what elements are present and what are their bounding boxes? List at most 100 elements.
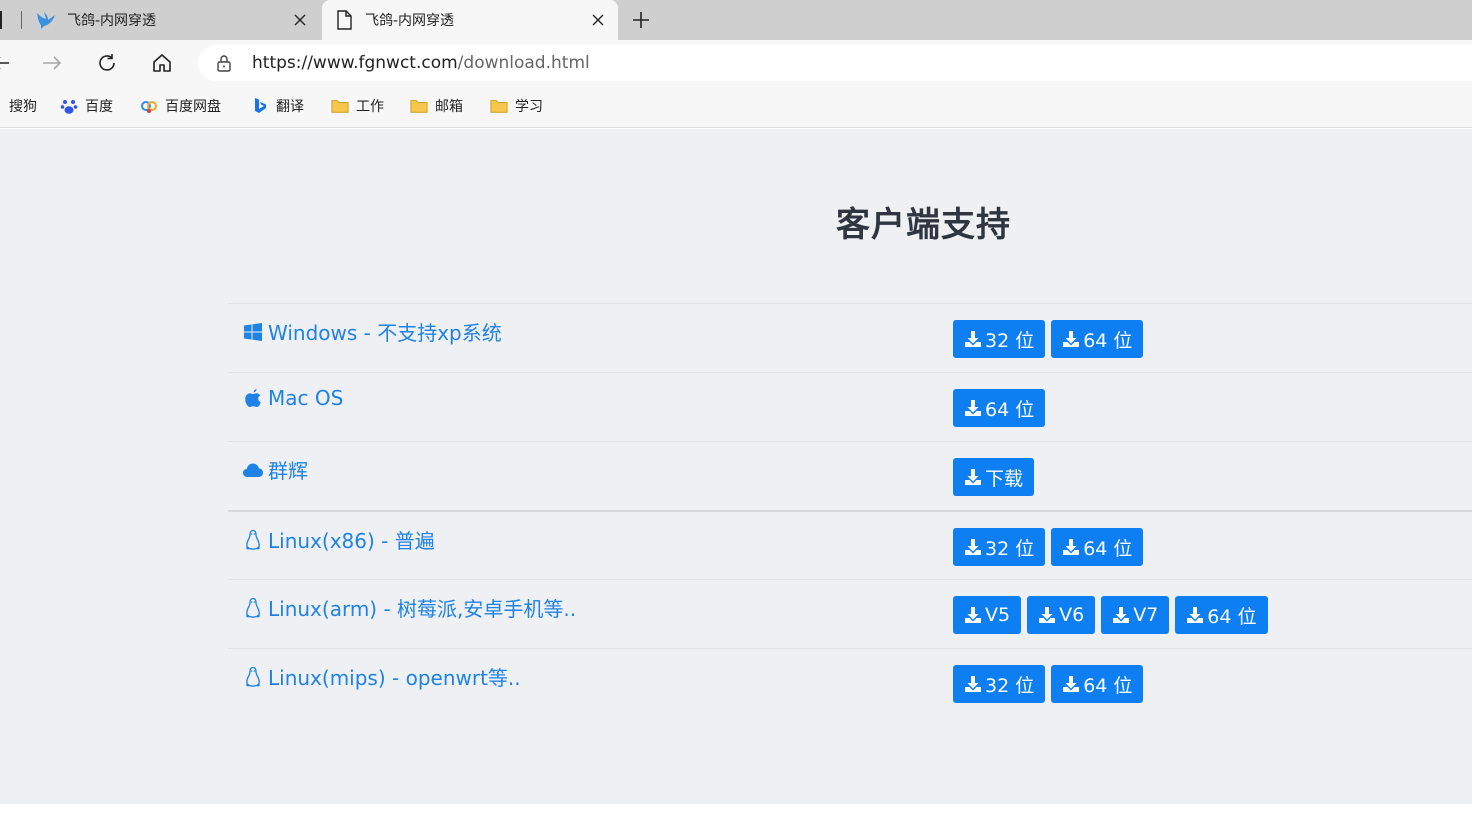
plus-icon <box>633 12 649 28</box>
download-button[interactable]: 32 位 <box>953 528 1046 566</box>
table-row: Mac OS 64 位 <box>228 372 1472 441</box>
download-button-label: 下载 <box>985 467 1024 490</box>
download-button-label: 64 位 <box>985 398 1035 421</box>
arrow-left-icon <box>0 57 9 69</box>
download-icon <box>964 606 982 624</box>
download-icon <box>1112 606 1130 624</box>
bookmark-folder-study[interactable]: 学习 <box>490 95 543 117</box>
tab-partial-edge <box>0 11 2 29</box>
bookmark-baidu[interactable]: 百度 <box>60 95 113 117</box>
download-buttons: 32 位 64 位 <box>953 665 1144 703</box>
download-button-label: 32 位 <box>985 329 1035 352</box>
page-content: 客户端支持 Windows - 不支持xp系统 32 位 64 位 Mac OS… <box>0 129 1472 804</box>
bookmark-folder-work[interactable]: 工作 <box>331 95 384 117</box>
download-button[interactable]: 32 位 <box>953 665 1046 703</box>
tab-title: 飞鸽-内网穿透 <box>365 13 455 29</box>
close-icon[interactable] <box>586 8 610 32</box>
download-buttons: 32 位 64 位 <box>953 528 1144 566</box>
tab-title: 飞鸽-内网穿透 <box>67 13 157 29</box>
os-link-windows[interactable]: Windows - 不支持xp系统 <box>242 317 502 346</box>
os-label-text: Linux(x86) - 普遍 <box>268 529 435 553</box>
download-table: Windows - 不支持xp系统 32 位 64 位 Mac OS 64 位 … <box>228 303 1472 717</box>
os-link-linux-arm[interactable]: Linux(arm) - 树莓派,安卓手机等.. <box>242 593 576 622</box>
bookmark-folder-mail[interactable]: 邮箱 <box>410 95 463 117</box>
download-button-label: 64 位 <box>1083 674 1133 697</box>
download-button[interactable]: V6 <box>1027 596 1096 634</box>
close-icon[interactable] <box>288 8 312 32</box>
os-link-synology[interactable]: 群辉 <box>242 455 308 484</box>
table-row: Linux(mips) - openwrt等.. 32 位 64 位 <box>228 648 1472 717</box>
download-icon <box>964 399 982 417</box>
os-label-text: Mac OS <box>268 386 344 410</box>
os-link-mac[interactable]: Mac OS <box>242 386 343 410</box>
download-icon <box>964 330 982 348</box>
arrow-right-icon <box>43 56 62 70</box>
cloud-icon <box>242 459 264 481</box>
home-button[interactable] <box>147 48 177 78</box>
new-tab-button[interactable] <box>628 8 654 32</box>
download-button[interactable]: 下载 <box>953 458 1035 496</box>
linux-icon <box>242 666 264 688</box>
table-row: Linux(x86) - 普遍 32 位 64 位 <box>228 510 1472 579</box>
lock-icon[interactable] <box>214 53 234 73</box>
folder-icon <box>490 97 508 115</box>
download-button[interactable]: 64 位 <box>953 389 1046 427</box>
tab-active[interactable]: 飞鸽-内网穿透 <box>322 0 618 40</box>
download-button[interactable]: 32 位 <box>953 320 1046 358</box>
os-label-text: Linux(mips) - openwrt等.. <box>268 666 521 690</box>
url-host: https://www.fgnwct.com <box>252 53 458 73</box>
download-button-label: 64 位 <box>1083 329 1133 352</box>
forward-button[interactable] <box>37 48 67 78</box>
tab-separator <box>21 11 22 29</box>
bookmark-baidu-netdisk[interactable]: 百度网盘 <box>140 95 221 117</box>
bookmark-sogou[interactable]: 搜狗 <box>9 95 37 117</box>
download-button[interactable]: 64 位 <box>1051 320 1144 358</box>
back-button[interactable] <box>0 48 16 78</box>
download-button[interactable]: V7 <box>1101 596 1170 634</box>
download-icon <box>964 675 982 693</box>
download-buttons: 下载 <box>953 458 1035 496</box>
bookmark-label: 百度网盘 <box>165 99 221 115</box>
download-buttons: V5 V6 V7 64 位 <box>953 596 1268 634</box>
home-icon <box>153 54 171 72</box>
bookmarks-bar: 搜狗 百度 百度网盘 翻译 工作 邮箱 学习 <box>0 86 1472 128</box>
os-link-linux-x86[interactable]: Linux(x86) - 普遍 <box>242 525 435 554</box>
download-button[interactable]: 64 位 <box>1051 665 1144 703</box>
page-bottom <box>0 804 1472 827</box>
download-button-label: V5 <box>985 604 1011 626</box>
url-text: https://www.fgnwct.com/download.html <box>252 53 590 73</box>
bookmark-label: 搜狗 <box>9 99 37 115</box>
bookmark-label: 邮箱 <box>435 99 463 115</box>
bookmark-translate[interactable]: 翻译 <box>251 95 304 117</box>
download-button[interactable]: V5 <box>953 596 1022 634</box>
download-buttons: 32 位 64 位 <box>953 320 1144 358</box>
download-icon <box>1186 606 1204 624</box>
address-bar[interactable]: https://www.fgnwct.com/download.html <box>198 45 1472 81</box>
reload-button[interactable] <box>92 48 122 78</box>
download-button-label: V7 <box>1133 604 1159 626</box>
os-label-text: 群辉 <box>268 459 308 483</box>
folder-icon <box>331 97 349 115</box>
tab-partial[interactable] <box>0 0 22 40</box>
bookmark-label: 学习 <box>515 99 543 115</box>
download-icon <box>964 538 982 556</box>
download-icon <box>1062 538 1080 556</box>
download-button-label: 32 位 <box>985 537 1035 560</box>
download-button[interactable]: 64 位 <box>1051 528 1144 566</box>
os-link-linux-mips[interactable]: Linux(mips) - openwrt等.. <box>242 662 521 691</box>
tab-inactive[interactable]: 飞鸽-内网穿透 <box>24 0 320 40</box>
linux-icon <box>242 597 264 619</box>
download-button-label: 64 位 <box>1083 537 1133 560</box>
download-buttons: 64 位 <box>953 389 1046 427</box>
page-title: 客户端支持 <box>836 205 1011 245</box>
bookmark-label: 百度 <box>85 99 113 115</box>
download-icon <box>964 468 982 486</box>
tab-strip: 飞鸽-内网穿透 飞鸽-内网穿透 <box>0 0 1472 40</box>
bookmark-label: 工作 <box>356 99 384 115</box>
bookmark-label: 翻译 <box>276 99 304 115</box>
page-icon <box>333 9 355 31</box>
download-button[interactable]: 64 位 <box>1175 596 1268 634</box>
folder-icon <box>410 97 428 115</box>
download-button-label: V6 <box>1059 604 1085 626</box>
download-icon <box>1062 675 1080 693</box>
